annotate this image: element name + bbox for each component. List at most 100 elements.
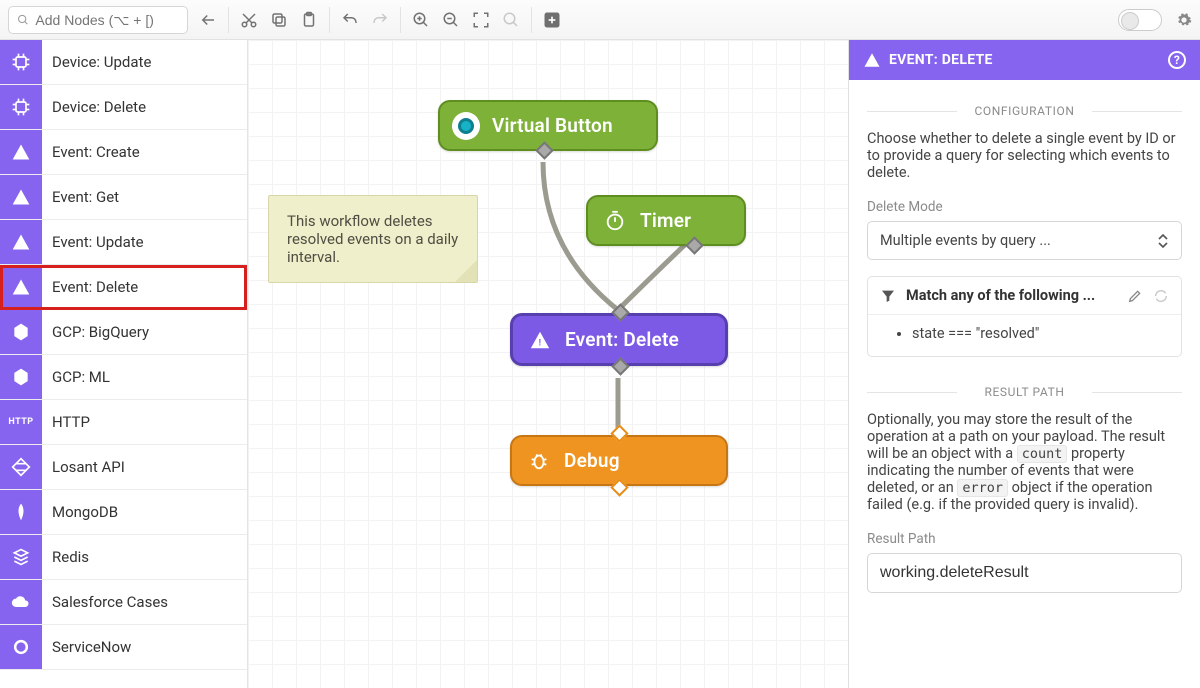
node-debug[interactable]: Debug	[510, 435, 728, 486]
palette-item-http[interactable]: HTTPHTTP	[0, 400, 247, 445]
section-result-path: RESULT PATH	[867, 385, 1182, 399]
copy-button[interactable]	[269, 10, 289, 30]
palette-item-label: Device: Delete	[42, 98, 146, 116]
palette-item-gcp-bigquery[interactable]: GCP: BigQuery	[0, 310, 247, 355]
back-button[interactable]	[198, 10, 218, 30]
node-label: Event: Delete	[565, 328, 679, 351]
palette-item-label: Redis	[42, 548, 89, 566]
help-button[interactable]: ?	[1168, 51, 1186, 69]
output-port[interactable]	[610, 478, 628, 496]
hex-icon	[0, 355, 42, 399]
palette-item-event-get[interactable]: Event: Get	[0, 175, 247, 220]
output-port[interactable]	[535, 141, 553, 159]
properties-panel: EVENT: DELETE ? CONFIGURATION Choose whe…	[848, 40, 1200, 688]
node-timer[interactable]: Timer	[586, 195, 746, 246]
section-configuration: CONFIGURATION	[867, 104, 1182, 118]
svg-text:!: !	[539, 338, 542, 348]
rule-item: state === "resolved"	[912, 325, 1157, 342]
panel-title: EVENT: DELETE	[889, 52, 993, 68]
paste-button[interactable]	[299, 10, 319, 30]
diamond-icon	[0, 445, 42, 489]
palette-item-label: Event: Delete	[42, 278, 138, 296]
select-chevrons-icon	[1157, 234, 1169, 248]
palette-item-servicenow[interactable]: ServiceNow	[0, 625, 247, 670]
zoom-in-button[interactable]	[411, 10, 431, 30]
cut-button[interactable]	[239, 10, 259, 30]
output-port[interactable]	[611, 357, 629, 375]
palette-item-label: Event: Get	[42, 188, 119, 206]
triangle-icon	[0, 175, 42, 219]
virtual-button-icon	[452, 112, 480, 140]
cloud-icon	[0, 580, 42, 624]
add-button[interactable]	[542, 10, 562, 30]
edit-icon[interactable]	[1127, 288, 1143, 304]
palette-item-label: Event: Create	[42, 143, 140, 161]
palette-item-device-update[interactable]: Device: Update	[0, 40, 247, 85]
palette-item-event-delete[interactable]: Event: Delete	[0, 265, 247, 310]
live-toggle[interactable]	[1118, 9, 1162, 31]
palette-item-label: Device: Update	[42, 53, 151, 71]
zoom-reset-button[interactable]	[501, 10, 521, 30]
result-description: Optionally, you may store the result of …	[867, 411, 1182, 513]
node-label: Timer	[640, 209, 691, 232]
add-nodes-search[interactable]	[8, 6, 188, 34]
palette-item-salesforce-cases[interactable]: Salesforce Cases	[0, 580, 247, 625]
hex-icon	[0, 310, 42, 354]
palette-item-label: ServiceNow	[42, 638, 131, 656]
circle-icon	[0, 625, 42, 669]
query-rule-box: Match any of the following ... state ===…	[867, 276, 1182, 357]
bug-icon	[528, 450, 550, 472]
palette-item-label: Salesforce Cases	[42, 593, 168, 611]
triangle-icon	[0, 265, 42, 309]
input-port[interactable]	[610, 424, 628, 442]
output-port[interactable]	[685, 236, 703, 254]
palette-item-label: Event: Update	[42, 233, 144, 251]
palette-item-mongodb[interactable]: MongoDB	[0, 490, 247, 535]
count-code: count	[1017, 445, 1068, 463]
leaf-icon	[0, 490, 42, 534]
triangle-icon	[0, 130, 42, 174]
delete-mode-select[interactable]: Multiple events by query ...	[867, 221, 1182, 260]
delete-mode-value: Multiple events by query ...	[880, 232, 1051, 249]
config-description: Choose whether to delete a single event …	[867, 130, 1182, 181]
palette-item-label: HTTP	[42, 413, 90, 431]
warning-delete-icon: !	[529, 329, 551, 351]
delete-mode-label: Delete Mode	[867, 199, 1182, 215]
search-input[interactable]	[35, 12, 179, 28]
chip-icon	[0, 40, 42, 84]
palette-item-gcp-ml[interactable]: GCP: ML	[0, 355, 247, 400]
node-virtual-button[interactable]: Virtual Button	[438, 100, 658, 151]
node-event-delete[interactable]: ! Event: Delete	[510, 313, 728, 366]
palette-item-label: GCP: ML	[42, 368, 110, 386]
search-icon	[17, 13, 29, 27]
zoom-out-button[interactable]	[441, 10, 461, 30]
redo-button[interactable]	[370, 10, 390, 30]
canvas-note-text: This workflow deletes resolved events on…	[287, 212, 458, 266]
top-toolbar	[0, 0, 1200, 40]
http-icon: HTTP	[0, 400, 42, 444]
node-label: Debug	[564, 449, 620, 472]
settings-gear-icon[interactable]	[1176, 12, 1192, 28]
palette-item-redis[interactable]: Redis	[0, 535, 247, 580]
palette-item-label: MongoDB	[42, 503, 118, 521]
undo-button[interactable]	[340, 10, 360, 30]
stack-icon	[0, 535, 42, 579]
rule-header-text: Match any of the following ...	[906, 287, 1095, 304]
chip-icon	[0, 85, 42, 129]
workflow-canvas[interactable]: This workflow deletes resolved events on…	[248, 40, 848, 688]
canvas-note[interactable]: This workflow deletes resolved events on…	[268, 195, 478, 283]
node-label: Virtual Button	[492, 114, 613, 137]
input-port[interactable]	[611, 303, 629, 321]
palette-item-label: Losant API	[42, 458, 125, 476]
palette-item-event-update[interactable]: Event: Update	[0, 220, 247, 265]
node-palette: Device: Update Device: Delete Event: Creat…	[0, 40, 248, 688]
zoom-fit-button[interactable]	[471, 10, 491, 30]
panel-header: EVENT: DELETE ?	[849, 40, 1200, 80]
palette-item-losant-api[interactable]: Losant API	[0, 445, 247, 490]
result-path-input[interactable]	[867, 553, 1182, 593]
palette-item-event-create[interactable]: Event: Create	[0, 130, 247, 175]
result-path-label: Result Path	[867, 531, 1182, 547]
error-code: error	[957, 479, 1008, 497]
palette-item-device-delete[interactable]: Device: Delete	[0, 85, 247, 130]
refresh-icon[interactable]	[1153, 288, 1169, 304]
